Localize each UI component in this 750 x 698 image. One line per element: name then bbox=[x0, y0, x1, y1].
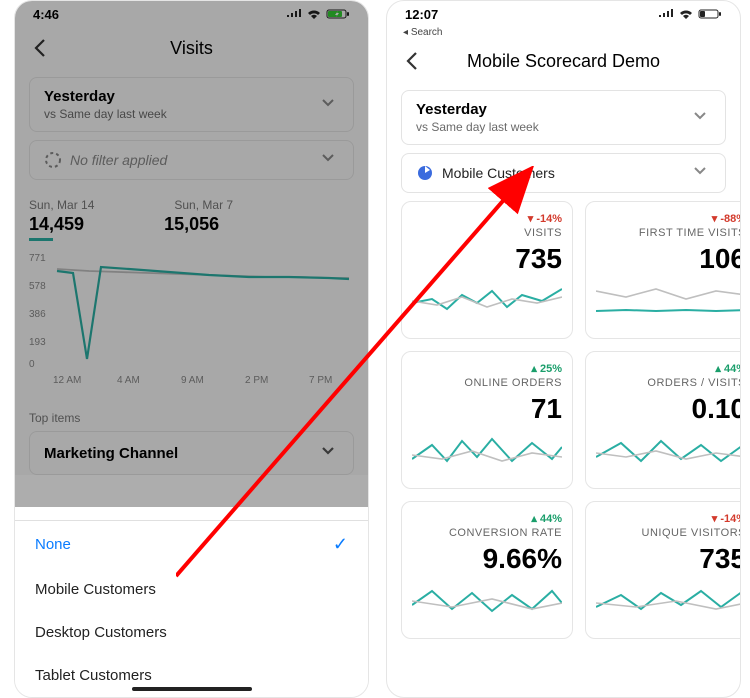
filter-action-sheet: None ✓ Mobile Customers Desktop Customer… bbox=[15, 520, 368, 697]
sparkline bbox=[596, 581, 741, 632]
segment-icon bbox=[416, 164, 434, 182]
metric-name: VISITS bbox=[412, 227, 562, 239]
chevron-down-icon bbox=[693, 109, 711, 127]
back-search-link[interactable]: ◂ Search bbox=[387, 27, 740, 40]
metric-card-visits[interactable]: ▾ -14% VISITS 735 bbox=[401, 201, 573, 339]
filter-label: Mobile Customers bbox=[442, 165, 685, 181]
delta-value: ▴ 25% bbox=[412, 362, 562, 375]
sparkline bbox=[412, 431, 562, 482]
battery-low-icon bbox=[698, 8, 722, 20]
date-range-selector[interactable]: Yesterday vs Same day last week bbox=[401, 90, 726, 145]
delta-value: ▾ -88% bbox=[596, 212, 741, 225]
chevron-down-icon bbox=[693, 164, 711, 182]
metric-value: 9.66% bbox=[412, 543, 562, 575]
metric-card-online-orders[interactable]: ▴ 25% ONLINE ORDERS 71 bbox=[401, 351, 573, 489]
filter-selector[interactable]: Mobile Customers bbox=[401, 153, 726, 193]
sparkline bbox=[596, 431, 741, 482]
metric-name: ORDERS / VISITS bbox=[596, 377, 741, 389]
status-time: 12:07 bbox=[405, 7, 438, 22]
date-range-label: Yesterday bbox=[416, 101, 539, 118]
phone-left-visits: 4:46 Visits Yesterday vs bbox=[14, 0, 369, 698]
metric-card-unique-visitors[interactable]: ▾ -14% UNIQUE VISITORS 735 bbox=[585, 501, 741, 639]
metric-name: UNIQUE VISITORS bbox=[596, 527, 741, 539]
wifi-icon bbox=[678, 9, 694, 20]
metric-value: 735 bbox=[412, 243, 562, 275]
check-icon: ✓ bbox=[333, 534, 348, 555]
delta-value: ▴ 44% bbox=[412, 512, 562, 525]
sheet-item-desktop[interactable]: Desktop Customers bbox=[15, 611, 368, 654]
status-icons bbox=[658, 8, 722, 20]
sheet-item-none[interactable]: None ✓ bbox=[15, 521, 368, 568]
page-title: Mobile Scorecard Demo bbox=[387, 51, 740, 72]
cellular-icon bbox=[658, 9, 674, 19]
metric-name: ONLINE ORDERS bbox=[412, 377, 562, 389]
back-button[interactable] bbox=[401, 50, 423, 72]
metric-name: FIRST TIME VISITS bbox=[596, 227, 741, 239]
sparkline bbox=[412, 581, 562, 632]
metric-value: 71 bbox=[412, 393, 562, 425]
metric-value: 106 bbox=[596, 243, 741, 275]
delta-value: ▾ -14% bbox=[412, 212, 562, 225]
modal-backdrop[interactable] bbox=[15, 1, 368, 507]
sparkline bbox=[596, 281, 741, 332]
metrics-grid: ▾ -14% VISITS 735 ▾ -88% FIRST TIME VISI… bbox=[387, 201, 740, 653]
sparkline bbox=[412, 281, 562, 332]
home-indicator bbox=[132, 687, 252, 691]
status-bar: 12:07 bbox=[387, 1, 740, 27]
nav-bar: Mobile Scorecard Demo bbox=[387, 40, 740, 82]
phone-right-scorecard: 12:07 ◂ Search Mobile Scorecard Demo Yes… bbox=[386, 0, 741, 698]
metric-card-first-time-visits[interactable]: ▾ -88% FIRST TIME VISITS 106 bbox=[585, 201, 741, 339]
delta-value: ▴ 44% bbox=[596, 362, 741, 375]
metric-name: CONVERSION RATE bbox=[412, 527, 562, 539]
delta-value: ▾ -14% bbox=[596, 512, 741, 525]
metric-card-conversion-rate[interactable]: ▴ 44% CONVERSION RATE 9.66% bbox=[401, 501, 573, 639]
sheet-item-mobile[interactable]: Mobile Customers bbox=[15, 568, 368, 611]
metric-value: 0.10 bbox=[596, 393, 741, 425]
metric-value: 735 bbox=[596, 543, 741, 575]
metric-card-orders-per-visit[interactable]: ▴ 44% ORDERS / VISITS 0.10 bbox=[585, 351, 741, 489]
date-range-sub: vs Same day last week bbox=[416, 120, 539, 134]
